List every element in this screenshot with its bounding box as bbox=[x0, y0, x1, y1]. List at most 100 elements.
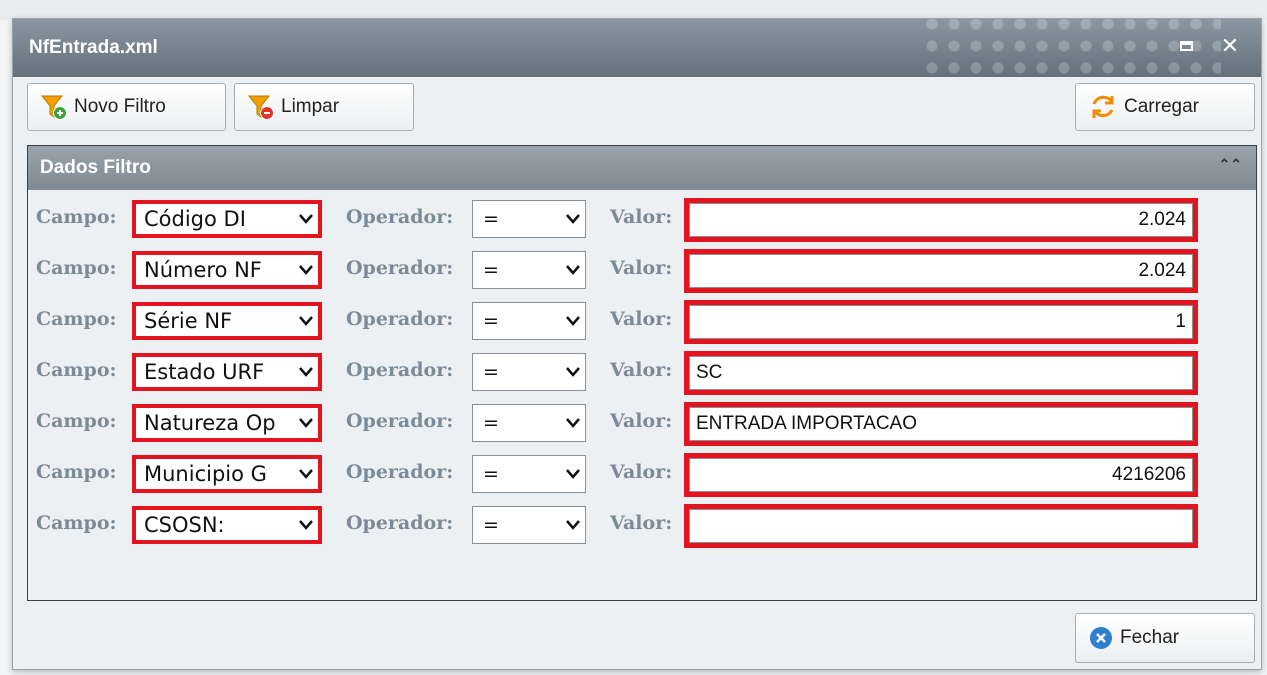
campo-value: Natureza Op bbox=[144, 411, 276, 435]
chevron-down-icon bbox=[294, 265, 318, 275]
fechar-button[interactable]: Fechar bbox=[1075, 613, 1255, 663]
campo-value: Código DI bbox=[144, 207, 246, 231]
fechar-label: Fechar bbox=[1120, 627, 1180, 648]
filter-row: Campo: Código DI Operador: = Valor: bbox=[28, 196, 1256, 242]
operador-select[interactable]: = bbox=[472, 251, 586, 289]
valor-input[interactable] bbox=[689, 203, 1193, 237]
operador-value: = bbox=[483, 259, 499, 281]
valor-label: Valor: bbox=[610, 461, 673, 483]
campo-value: Municipio G bbox=[144, 462, 267, 486]
campo-select[interactable]: Código DI bbox=[132, 200, 322, 238]
filter-row: Campo: Série NF Operador: = Valor: bbox=[28, 298, 1256, 344]
operador-label: Operador: bbox=[346, 257, 454, 279]
toolbar: Novo Filtro Limpar Carregar bbox=[13, 77, 1261, 139]
valor-input[interactable] bbox=[689, 305, 1193, 339]
valor-input[interactable] bbox=[689, 254, 1193, 288]
operador-label: Operador: bbox=[346, 206, 454, 228]
chevron-down-icon bbox=[294, 418, 318, 428]
valor-input[interactable] bbox=[689, 509, 1193, 543]
operador-value: = bbox=[483, 208, 499, 230]
filter-add-icon bbox=[40, 95, 67, 120]
operador-select[interactable]: = bbox=[472, 353, 586, 391]
novo-filtro-label: Novo Filtro bbox=[74, 96, 166, 117]
campo-label: Campo: bbox=[36, 359, 117, 381]
chevron-down-icon bbox=[561, 418, 585, 428]
filter-row: Campo: Municipio G Operador: = Valor: bbox=[28, 451, 1256, 497]
title-bar[interactable]: NfEntrada.xml ✕ bbox=[13, 19, 1261, 77]
chevron-down-icon bbox=[294, 520, 318, 530]
valor-field-wrapper bbox=[684, 249, 1198, 293]
operador-label: Operador: bbox=[346, 512, 454, 534]
operador-select[interactable]: = bbox=[472, 506, 586, 544]
chevron-down-icon bbox=[561, 316, 585, 326]
valor-label: Valor: bbox=[610, 359, 673, 381]
refresh-icon bbox=[1092, 95, 1114, 118]
filter-row: Campo: CSOSN: Operador: = Valor: bbox=[28, 502, 1256, 548]
chevron-down-icon bbox=[561, 367, 585, 377]
campo-label: Campo: bbox=[36, 206, 117, 228]
campo-select[interactable]: Número NF bbox=[132, 251, 322, 289]
chevron-down-icon bbox=[294, 316, 318, 326]
valor-field-wrapper bbox=[684, 453, 1198, 497]
background-stripe bbox=[0, 0, 1267, 20]
close-button[interactable]: ✕ bbox=[1217, 33, 1243, 59]
valor-field-wrapper bbox=[684, 198, 1198, 242]
operador-select[interactable]: = bbox=[472, 404, 586, 442]
chevron-down-icon bbox=[294, 469, 318, 479]
campo-value: CSOSN: bbox=[144, 513, 225, 537]
filter-remove-icon bbox=[247, 95, 274, 120]
campo-label: Campo: bbox=[36, 308, 117, 330]
valor-field-wrapper bbox=[684, 402, 1198, 446]
valor-input[interactable] bbox=[689, 458, 1193, 492]
panel-header[interactable]: Dados Filtro ⌃⌃ bbox=[28, 146, 1256, 190]
campo-label: Campo: bbox=[36, 410, 117, 432]
campo-select[interactable]: CSOSN: bbox=[132, 506, 322, 544]
operador-value: = bbox=[483, 514, 499, 536]
dados-filtro-panel: Dados Filtro ⌃⌃ Campo: Código DI Operador:… bbox=[27, 145, 1257, 601]
campo-select[interactable]: Municipio G bbox=[132, 455, 322, 493]
valor-input[interactable] bbox=[689, 407, 1193, 441]
maximize-icon bbox=[1179, 41, 1193, 51]
campo-select[interactable]: Estado URF bbox=[132, 353, 322, 391]
maximize-button[interactable] bbox=[1173, 33, 1199, 59]
chevron-down-icon bbox=[561, 265, 585, 275]
operador-select[interactable]: = bbox=[472, 455, 586, 493]
close-circle-icon bbox=[1090, 627, 1112, 649]
campo-value: Número NF bbox=[144, 258, 262, 282]
valor-label: Valor: bbox=[610, 410, 673, 432]
panel-title: Dados Filtro bbox=[40, 157, 151, 178]
window-title: NfEntrada.xml bbox=[29, 37, 158, 58]
operador-label: Operador: bbox=[346, 410, 454, 432]
novo-filtro-button[interactable]: Novo Filtro bbox=[27, 83, 226, 131]
campo-select[interactable]: Natureza Op bbox=[132, 404, 322, 442]
operador-value: = bbox=[483, 361, 499, 383]
valor-input[interactable] bbox=[689, 356, 1193, 390]
dialog-window: NfEntrada.xml ✕ Novo Filtro Limpar Carre… bbox=[12, 18, 1262, 670]
valor-label: Valor: bbox=[610, 308, 673, 330]
operador-label: Operador: bbox=[346, 359, 454, 381]
valor-label: Valor: bbox=[610, 512, 673, 534]
chevron-down-icon bbox=[294, 214, 318, 224]
operador-value: = bbox=[483, 310, 499, 332]
campo-select[interactable]: Série NF bbox=[132, 302, 322, 340]
chevron-down-icon bbox=[561, 214, 585, 224]
valor-label: Valor: bbox=[610, 257, 673, 279]
limpar-label: Limpar bbox=[281, 96, 340, 117]
chevron-down-icon bbox=[561, 520, 585, 530]
campo-value: Estado URF bbox=[144, 360, 265, 384]
chevron-down-icon bbox=[294, 367, 318, 377]
operador-label: Operador: bbox=[346, 308, 454, 330]
operador-select[interactable]: = bbox=[472, 200, 586, 238]
chevron-down-icon bbox=[561, 469, 585, 479]
operador-value: = bbox=[483, 463, 499, 485]
filter-row: Campo: Estado URF Operador: = Valor: bbox=[28, 349, 1256, 395]
valor-label: Valor: bbox=[610, 206, 673, 228]
operador-value: = bbox=[483, 412, 499, 434]
collapse-icon[interactable]: ⌃⌃ bbox=[1219, 156, 1242, 173]
operador-select[interactable]: = bbox=[472, 302, 586, 340]
valor-field-wrapper bbox=[684, 351, 1198, 395]
carregar-label: Carregar bbox=[1124, 96, 1199, 117]
limpar-button[interactable]: Limpar bbox=[234, 83, 414, 131]
campo-value: Série NF bbox=[144, 309, 233, 333]
carregar-button[interactable]: Carregar bbox=[1075, 83, 1255, 131]
